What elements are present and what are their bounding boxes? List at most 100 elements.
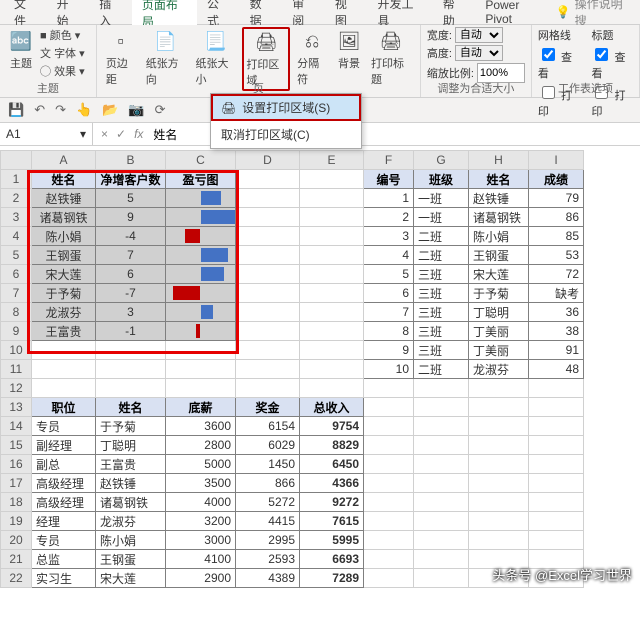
cell[interactable]: 9	[364, 341, 414, 360]
cell[interactable]: 6693	[300, 550, 364, 569]
cell[interactable]: 6	[364, 284, 414, 303]
col-header[interactable]: B	[96, 151, 166, 170]
cell[interactable]	[32, 379, 96, 398]
cell[interactable]	[236, 303, 300, 322]
cell[interactable]: 姓名	[32, 170, 96, 189]
worksheet[interactable]: A B C D E F G H I 1姓名净增客户数盈亏图编号班级姓名成绩2赵铁…	[0, 146, 640, 588]
cell[interactable]: 2995	[236, 531, 300, 550]
cell[interactable]: 姓名	[96, 398, 166, 417]
cell[interactable]	[300, 379, 364, 398]
cell[interactable]	[166, 208, 236, 227]
effects-button[interactable]: ◯ 效果 ▾	[40, 63, 85, 79]
cell[interactable]	[529, 379, 584, 398]
cell[interactable]: 86	[529, 208, 584, 227]
cell[interactable]: 总收入	[300, 398, 364, 417]
column-headers[interactable]: A B C D E F G H I	[1, 151, 584, 170]
cell[interactable]: 三班	[414, 265, 469, 284]
cell[interactable]: 于予菊	[469, 284, 529, 303]
row-header[interactable]: 17	[1, 474, 32, 493]
cell[interactable]	[96, 360, 166, 379]
cell[interactable]: 72	[529, 265, 584, 284]
row-header[interactable]: 18	[1, 493, 32, 512]
cell[interactable]: 二班	[414, 360, 469, 379]
cell[interactable]	[414, 455, 469, 474]
cell[interactable]: 7615	[300, 512, 364, 531]
cell[interactable]: 赵铁锤	[469, 189, 529, 208]
cell[interactable]: 8829	[300, 436, 364, 455]
cell[interactable]: 10	[364, 360, 414, 379]
col-header[interactable]: D	[236, 151, 300, 170]
cell[interactable]	[236, 379, 300, 398]
row-header[interactable]: 19	[1, 512, 32, 531]
cell[interactable]	[529, 455, 584, 474]
redo-icon[interactable]: ↷	[55, 102, 66, 118]
cell[interactable]	[96, 341, 166, 360]
cell[interactable]	[166, 284, 236, 303]
cell[interactable]	[469, 474, 529, 493]
height-select[interactable]: 自动	[455, 45, 503, 61]
cell[interactable]: 宋大莲	[32, 265, 96, 284]
cell[interactable]: 53	[529, 246, 584, 265]
cell[interactable]: 9272	[300, 493, 364, 512]
cell[interactable]	[166, 360, 236, 379]
cell[interactable]	[529, 436, 584, 455]
cell[interactable]: 专员	[32, 531, 96, 550]
cell[interactable]: 王钢蛋	[96, 550, 166, 569]
cell[interactable]: -1	[96, 322, 166, 341]
cell[interactable]: -7	[96, 284, 166, 303]
cell[interactable]: 实习生	[32, 569, 96, 588]
cell[interactable]: 专员	[32, 417, 96, 436]
cell[interactable]: 副总	[32, 455, 96, 474]
cell[interactable]: 3	[364, 227, 414, 246]
cell[interactable]: 2	[364, 208, 414, 227]
cell[interactable]: 8	[364, 322, 414, 341]
col-header[interactable]: C	[166, 151, 236, 170]
select-all-corner[interactable]	[1, 151, 32, 170]
row-header[interactable]: 21	[1, 550, 32, 569]
cell[interactable]	[364, 569, 414, 588]
cell[interactable]	[236, 341, 300, 360]
cell[interactable]: 2593	[236, 550, 300, 569]
cell[interactable]	[236, 170, 300, 189]
row-header[interactable]: 4	[1, 227, 32, 246]
touch-mode-icon[interactable]: 👆	[76, 102, 92, 118]
cell[interactable]: 赵铁锤	[96, 474, 166, 493]
cell[interactable]: 赵铁锤	[32, 189, 96, 208]
cell[interactable]	[529, 493, 584, 512]
cell[interactable]: 91	[529, 341, 584, 360]
cell[interactable]	[529, 474, 584, 493]
cell[interactable]	[364, 474, 414, 493]
cell[interactable]	[469, 531, 529, 550]
cell[interactable]: 3000	[166, 531, 236, 550]
cell[interactable]: 5	[96, 189, 166, 208]
cell[interactable]: 一班	[414, 208, 469, 227]
cell[interactable]: 总监	[32, 550, 96, 569]
cell[interactable]: 7	[364, 303, 414, 322]
cell[interactable]: 成绩	[529, 170, 584, 189]
row-header[interactable]: 15	[1, 436, 32, 455]
cell[interactable]	[236, 322, 300, 341]
cell[interactable]: 2800	[166, 436, 236, 455]
cell[interactable]: 盈亏图	[166, 170, 236, 189]
cell[interactable]: 于予菊	[32, 284, 96, 303]
cell[interactable]: 4389	[236, 569, 300, 588]
col-header[interactable]: F	[364, 151, 414, 170]
cell[interactable]	[300, 284, 364, 303]
headings-view-check[interactable]: 查看	[591, 45, 633, 81]
cell[interactable]	[529, 531, 584, 550]
cell[interactable]: 经理	[32, 512, 96, 531]
cell[interactable]: 底薪	[166, 398, 236, 417]
cell[interactable]	[364, 379, 414, 398]
cell[interactable]	[300, 208, 364, 227]
cell[interactable]	[236, 227, 300, 246]
cell[interactable]: 6154	[236, 417, 300, 436]
cell[interactable]	[414, 398, 469, 417]
cell[interactable]: 866	[236, 474, 300, 493]
name-box[interactable]: A1▾	[0, 123, 93, 145]
cell[interactable]: 6450	[300, 455, 364, 474]
cell[interactable]: 4415	[236, 512, 300, 531]
cell[interactable]	[364, 493, 414, 512]
cell[interactable]	[414, 379, 469, 398]
cell[interactable]: 宋大莲	[469, 265, 529, 284]
undo-icon[interactable]: ↶	[34, 102, 45, 118]
